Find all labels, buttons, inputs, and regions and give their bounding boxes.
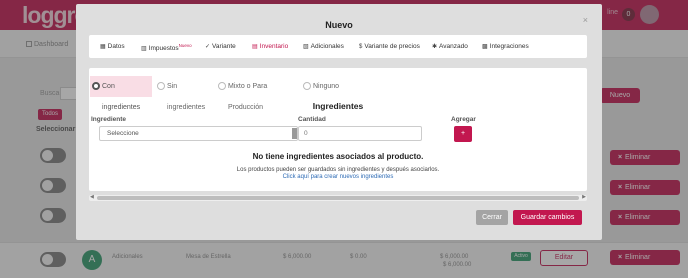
quantity-column-label: Cantidad — [298, 116, 326, 123]
horizontal-scrollbar[interactable]: ◀ ▶ — [89, 194, 587, 201]
radio-dot — [157, 82, 165, 90]
radio-sin-ingredientes[interactable]: Sin ingredientes — [155, 76, 217, 111]
empty-state-note: Los productos pueden ser guardados sin i… — [236, 167, 440, 173]
dollar-icon: $ — [359, 44, 363, 50]
tab-inventario[interactable]: ▤ Inventario — [252, 43, 288, 50]
tab-label: Adicionales — [310, 43, 344, 50]
tab-label: Impuestos — [148, 45, 179, 53]
radio-con-ingredientes[interactable]: Con ingredientes — [90, 76, 152, 111]
tab-bar: ▦ Datos ▥ ImpuestosNuevo ✓ Variante ▤ Invent… — [89, 35, 587, 58]
new-product-modal: Nuevo × ▦ Datos ▥ ImpuestosNuevo ✓ Variante… — [76, 4, 602, 240]
inventory-type-radios: Con ingredientes Sin ingredientes Mixto … — [89, 76, 587, 111]
modal-title: Nuevo — [325, 20, 353, 30]
scroll-left-icon[interactable]: ◀ — [90, 194, 94, 200]
radio-ninguno[interactable]: Ninguno — [301, 76, 345, 97]
quantity-input[interactable]: 0 — [298, 126, 422, 141]
tab-label: Datos — [107, 43, 125, 50]
radio-dot — [92, 82, 100, 90]
tab-label: Integraciones — [489, 43, 529, 50]
grid-icon: ▩ — [482, 44, 488, 50]
radio-dot — [218, 82, 226, 90]
plus-box-icon: ▧ — [303, 44, 309, 50]
tab-variante[interactable]: ✓ Variante — [205, 43, 236, 50]
tab-adicionales[interactable]: ▧ Adicionales — [303, 43, 344, 50]
tab-datos[interactable]: ▦ Datos — [100, 43, 125, 50]
radio-mixto[interactable]: Mixto o Para Producción — [216, 76, 304, 111]
create-ingredients-link[interactable]: Click aquí para crear nuevos ingrediente… — [89, 174, 587, 180]
gear-icon: ✱ — [432, 44, 438, 50]
tab-avanzado[interactable]: ✱ Avanzado — [432, 43, 468, 50]
tab-impuestos[interactable]: ▥ ImpuestosNuevo — [141, 43, 192, 52]
new-badge: Nuevo — [178, 43, 192, 48]
scrollbar-thumb[interactable] — [97, 196, 579, 200]
chevron-down-icon[interactable] — [292, 128, 297, 139]
save-button[interactable]: Guardar cambios — [513, 210, 582, 225]
scroll-right-icon[interactable]: ▶ — [582, 194, 586, 200]
inventory-icon: ▤ — [252, 44, 258, 50]
radio-label: Ninguno — [313, 83, 340, 90]
tab-label: Variante — [212, 43, 236, 50]
check-icon: ✓ — [205, 44, 211, 50]
empty-state-title: No tiene ingredientes asociados al produ… — [252, 152, 424, 161]
add-column-label: Agregar — [451, 116, 476, 123]
table-icon: ▦ — [100, 44, 106, 50]
inventory-panel: Con ingredientes Sin ingredientes Mixto … — [89, 68, 587, 191]
tab-label: Inventario — [259, 43, 289, 50]
tab-variante-precios[interactable]: $ Variante de precios — [359, 43, 420, 50]
bank-icon: ▥ — [141, 46, 147, 53]
close-button[interactable]: Cerrar — [476, 210, 508, 225]
tab-label: Avanzado — [439, 43, 468, 50]
tab-label: Variante de precios — [364, 43, 420, 50]
ingredients-title: Ingredientes — [312, 101, 364, 111]
ingredient-column-label: Ingrediente — [91, 116, 127, 123]
ingredient-select[interactable]: Seleccione — [99, 126, 298, 141]
radio-dot — [303, 82, 311, 90]
tab-integraciones[interactable]: ▩ Integraciones — [482, 43, 529, 50]
close-icon[interactable]: × — [583, 15, 588, 25]
add-ingredient-button[interactable]: + — [454, 126, 472, 142]
